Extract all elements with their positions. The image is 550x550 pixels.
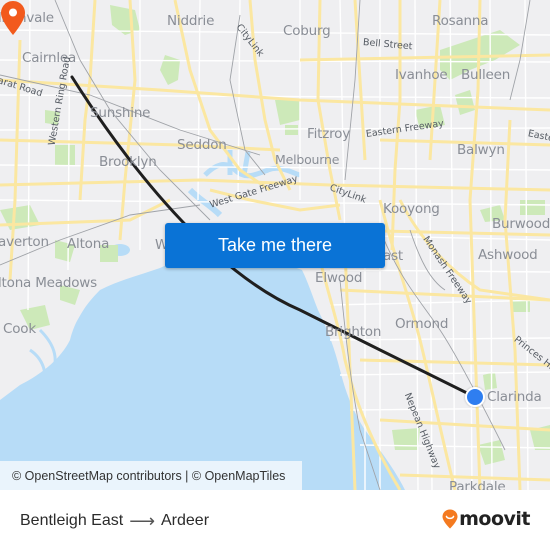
suburb-label: Coburg: [283, 23, 331, 39]
suburb-label: Bulleen: [461, 67, 511, 83]
suburb-label: Clarinda: [487, 389, 542, 405]
suburb-label: Brighton: [325, 324, 382, 340]
suburb-label: Elwood: [315, 270, 363, 286]
suburb-label: Fitzroy: [307, 126, 351, 142]
suburb-label: Ivanhoe: [395, 67, 448, 83]
attribution-text: © OpenStreetMap contributors | © OpenMap…: [12, 468, 286, 483]
suburb-label: Sunshine: [90, 105, 151, 121]
map-view[interactable]: lbanvale Cairnlea Niddrie Coburg Rosanna…: [0, 0, 550, 490]
suburb-label: Seddon: [177, 137, 227, 153]
suburb-label: Ormond: [395, 316, 449, 332]
suburb-label: Burwood: [492, 216, 550, 232]
suburb-label: ast: [383, 248, 403, 264]
origin-marker-icon[interactable]: [465, 387, 485, 407]
suburb-label: Altona: [67, 236, 110, 252]
suburb-label: Melbourne: [275, 152, 340, 167]
take-me-there-label: Take me there: [217, 235, 333, 255]
moovit-pin-icon: [442, 509, 458, 529]
suburb-label: Brooklyn: [99, 154, 157, 170]
take-me-there-button[interactable]: Take me there: [165, 223, 385, 268]
suburb-label: Parkdale: [449, 479, 506, 490]
moovit-logo[interactable]: moovit: [442, 508, 530, 530]
brand-wordmark: moovit: [459, 508, 530, 530]
route-summary: Bentleigh East ⟶ Ardeer: [20, 510, 209, 532]
arrow-right-icon: ⟶: [129, 510, 155, 531]
suburb-label: Rosanna: [432, 13, 489, 29]
suburb-label: Ashwood: [478, 247, 538, 263]
suburb-label: ltona Meadows: [0, 275, 97, 291]
suburb-label: averton: [0, 234, 49, 250]
origin-name: Bentleigh East: [20, 512, 124, 529]
footer-bar: Bentleigh East ⟶ Ardeer moovit: [0, 490, 550, 550]
suburb-label: Niddrie: [167, 13, 215, 29]
destination-pin-icon[interactable]: [0, 0, 26, 36]
suburb-label: Cook: [3, 321, 36, 337]
suburb-label: Kooyong: [383, 201, 440, 217]
suburb-label: Balwyn: [457, 142, 505, 158]
map-attribution: © OpenStreetMap contributors | © OpenMap…: [0, 461, 302, 490]
destination-name: Ardeer: [161, 512, 210, 529]
